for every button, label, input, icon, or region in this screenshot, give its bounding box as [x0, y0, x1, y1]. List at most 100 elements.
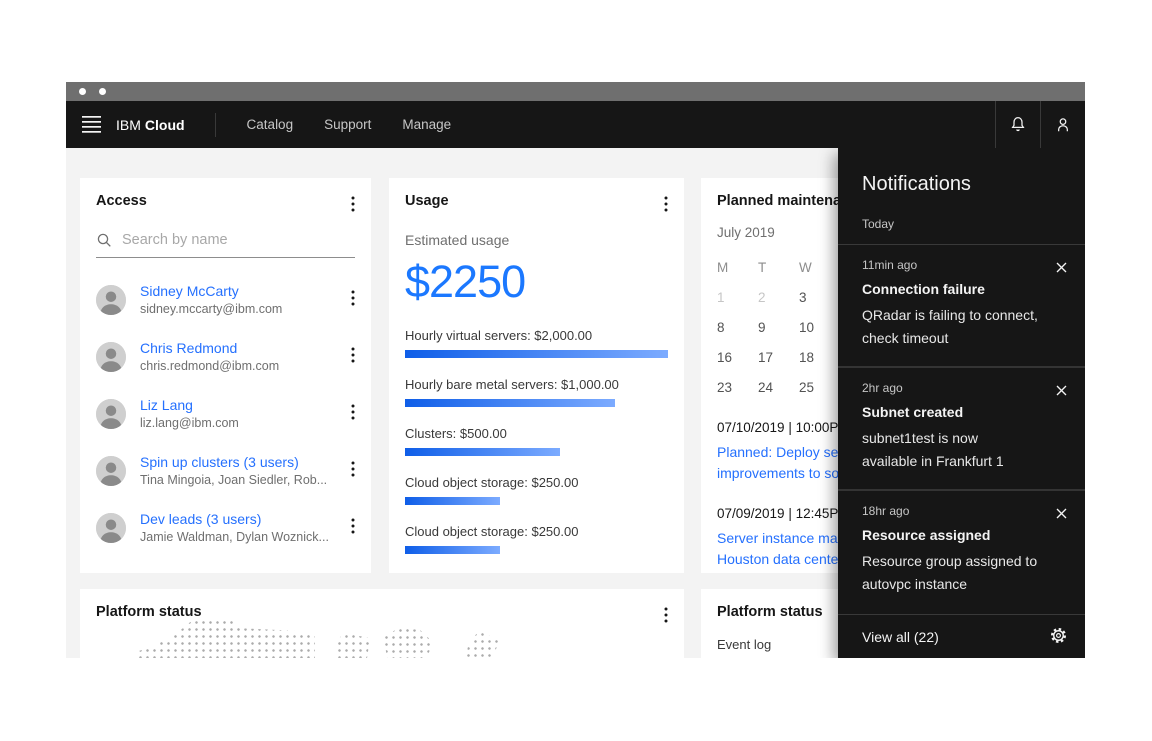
header-actions	[995, 101, 1085, 148]
user-text: Dev leads (3 users) Jamie Waldman, Dylan…	[140, 511, 345, 544]
usage-card-title: Usage	[405, 193, 449, 209]
usage-bar-fill	[405, 546, 500, 554]
overflow-menu-icon[interactable]	[345, 458, 361, 483]
avatar	[96, 513, 126, 543]
user-detail: Jamie Waldman, Dylan Woznick...	[140, 530, 345, 544]
user-name-link[interactable]: Sidney McCarty	[140, 283, 345, 299]
window-control-dot[interactable]	[99, 88, 106, 95]
notification-title: Connection failure	[862, 281, 1069, 297]
usage-item: Clusters: $500.00	[405, 426, 668, 456]
access-user-row: Chris Redmond chris.redmond@ibm.com	[80, 328, 371, 385]
world-map-dots	[465, 631, 499, 658]
usage-bar-fill	[405, 497, 500, 505]
calendar-day[interactable]: 9	[758, 312, 799, 342]
hamburger-menu-icon[interactable]	[66, 101, 116, 148]
usage-bar-fill	[405, 350, 668, 358]
user-name-link[interactable]: Liz Lang	[140, 397, 345, 413]
close-icon[interactable]	[1052, 380, 1071, 403]
notification-time: 2hr ago	[862, 381, 1069, 395]
overflow-menu-icon[interactable]	[658, 193, 674, 218]
usage-item-label: Cloud object storage: $250.00	[405, 524, 668, 539]
usage-card: Usage Estimated usage $2250 Hourly virtu…	[389, 178, 684, 573]
usage-item: Hourly bare metal servers: $1,000.00	[405, 377, 668, 407]
calendar-day[interactable]: 17	[758, 342, 799, 372]
gear-icon[interactable]	[1047, 624, 1070, 650]
overflow-menu-icon[interactable]	[345, 401, 361, 426]
overflow-menu-icon[interactable]	[658, 604, 674, 629]
brand-logo[interactable]: IBM Cloud	[116, 101, 185, 148]
usage-bar-track	[405, 448, 668, 456]
window-control-dot[interactable]	[79, 88, 86, 95]
notifications-list: 11min ago Connection failure QRadar is f…	[838, 245, 1085, 614]
usage-item-label: Hourly bare metal servers: $1,000.00	[405, 377, 668, 392]
platform-status-title: Platform status	[96, 604, 202, 620]
calendar-day[interactable]: 10	[799, 312, 840, 342]
view-all-button[interactable]: View all (22)	[862, 629, 939, 645]
person-silhouette-icon	[96, 342, 126, 372]
usage-list: Hourly virtual servers: $2,000.00 Hourly…	[405, 328, 668, 554]
usage-item-label: Cloud object storage: $250.00	[405, 475, 668, 490]
person-silhouette-icon	[96, 456, 126, 486]
avatar	[96, 285, 126, 315]
calendar-day[interactable]: 1	[717, 282, 758, 312]
avatar	[96, 456, 126, 486]
close-icon[interactable]	[1052, 503, 1071, 526]
notification-body: subnet1test is now available in Frankfur…	[862, 427, 1069, 473]
calendar-day-header: W	[799, 252, 840, 282]
search-icon	[96, 232, 112, 248]
avatar	[96, 342, 126, 372]
nav-manage[interactable]: Manage	[402, 117, 451, 132]
brand-suffix: Cloud	[145, 117, 185, 133]
user-name-link[interactable]: Chris Redmond	[140, 340, 345, 356]
primary-nav: Catalog Support Manage	[247, 101, 483, 148]
notification-title: Subnet created	[862, 404, 1069, 420]
notifications-group-label: Today	[862, 217, 1069, 231]
notifications-panel-footer: View all (22)	[838, 614, 1085, 658]
usage-item-label: Hourly virtual servers: $2,000.00	[405, 328, 668, 343]
usage-item-label: Clusters: $500.00	[405, 426, 668, 441]
calendar-day[interactable]: 3	[799, 282, 840, 312]
access-user-list: Sidney McCarty sidney.mccarty@ibm.com Ch…	[80, 271, 371, 556]
notification-title: Resource assigned	[862, 527, 1069, 543]
user-name-link[interactable]: Spin up clusters (3 users)	[140, 454, 345, 470]
notifications-panel-title: Notifications	[862, 173, 1069, 196]
usage-item: Cloud object storage: $250.00	[405, 475, 668, 505]
user-account-icon[interactable]	[1040, 101, 1085, 148]
notifications-bell-icon[interactable]	[995, 101, 1040, 148]
calendar-day[interactable]: 25	[799, 372, 840, 402]
overflow-menu-icon[interactable]	[345, 344, 361, 369]
calendar-day[interactable]: 8	[717, 312, 758, 342]
access-user-row: Sidney McCarty sidney.mccarty@ibm.com	[80, 271, 371, 328]
avatar	[96, 399, 126, 429]
overflow-menu-icon[interactable]	[345, 193, 361, 218]
user-detail: liz.lang@ibm.com	[140, 416, 345, 430]
overflow-menu-icon[interactable]	[345, 287, 361, 312]
nav-catalog[interactable]: Catalog	[247, 117, 294, 132]
calendar-day-header: T	[758, 252, 799, 282]
user-detail: Tina Mingoia, Joan Siedler, Rob...	[140, 473, 345, 487]
calendar-day[interactable]: 24	[758, 372, 799, 402]
calendar-day[interactable]: 2	[758, 282, 799, 312]
notification-body: QRadar is failing to connect, check time…	[862, 304, 1069, 350]
usage-total-amount: $2250	[405, 256, 668, 308]
close-icon[interactable]	[1052, 257, 1071, 280]
user-name-link[interactable]: Dev leads (3 users)	[140, 511, 345, 527]
usage-item: Hourly virtual servers: $2,000.00	[405, 328, 668, 358]
overflow-menu-icon[interactable]	[345, 515, 361, 540]
platform-status-title: Platform status	[717, 604, 823, 620]
notification-item: 2hr ago Subnet created subnet1test is no…	[838, 368, 1085, 491]
person-silhouette-icon	[96, 513, 126, 543]
user-text: Spin up clusters (3 users) Tina Mingoia,…	[140, 454, 345, 487]
nav-support[interactable]: Support	[324, 117, 371, 132]
person-silhouette-icon	[96, 285, 126, 315]
platform-status-map-card: Platform status	[80, 589, 684, 658]
search-input[interactable]	[122, 232, 355, 248]
notification-time: 11min ago	[862, 258, 1069, 272]
person-silhouette-icon	[96, 399, 126, 429]
calendar-day[interactable]: 16	[717, 342, 758, 372]
calendar-day[interactable]: 18	[799, 342, 840, 372]
access-user-row: Spin up clusters (3 users) Tina Mingoia,…	[80, 442, 371, 499]
user-text: Liz Lang liz.lang@ibm.com	[140, 397, 345, 430]
header-divider	[215, 113, 216, 137]
calendar-day[interactable]: 23	[717, 372, 758, 402]
